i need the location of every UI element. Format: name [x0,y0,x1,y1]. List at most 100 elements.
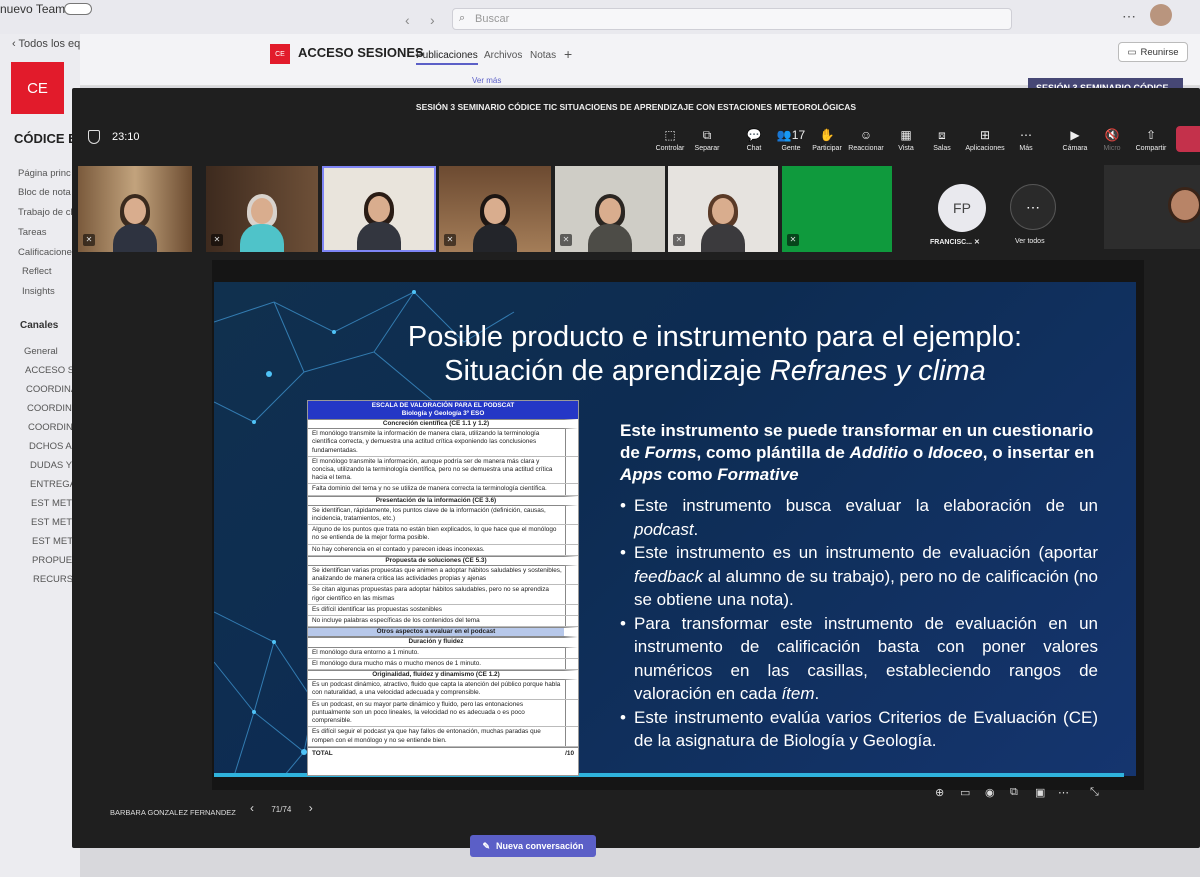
rubric-criterion-row: Se identifican, rápidamente, los puntos … [308,505,578,526]
share-button[interactable]: ⇧ Compartir [1123,128,1179,152]
slide-bullet-item: Para transformar este instrumento de eva… [620,612,1098,706]
slide-title-line1: Posible producto e instrumento para el e… [407,321,1023,353]
rubric-section-header: Concreción científica (CE 1.1 y 1.2) [308,419,578,430]
captions-icon[interactable]: ▣ [1035,786,1045,799]
rubric-section-header: Presentación de la información (CE 3.6) [308,495,578,506]
join-meeting-button[interactable]: ▭ Reunirse [1118,42,1188,62]
rubric-title: ESCALA DE VALORACIÓN PARA EL PODSCAT [371,402,515,409]
subtitles-icon[interactable]: ▭ [960,786,970,799]
participant-video [357,192,401,250]
video-camera-icon: ▭ [1127,46,1137,58]
see-all-label: Ver todos [1015,238,1045,245]
video-tile[interactable]: ✕ [78,166,192,252]
slide-bullet-item: Este instrumento es un instrumento de ev… [620,541,1098,612]
slide-intro: Este instrumento se puede transformar en… [620,420,1098,486]
rubric-total-row: TOTAL /10 [308,746,578,760]
more-button[interactable]: ⋯ Más [998,128,1054,152]
text-run: Additio [849,443,909,462]
rubric-section-header: Propuesta de soluciones (CE 5.3) [308,555,578,567]
rubric-criterion-row: El monólogo transmite la información de … [308,429,578,457]
see-all-button[interactable]: ⋯ [1010,184,1056,230]
pop-out-icon[interactable]: ⧉ [1010,786,1018,799]
channel-title: ACCESO SESIONES [298,45,424,60]
rubric-criterion-row: Es difícil identificar las propuestas so… [308,604,578,617]
mic-muted-icon: ✕ [787,234,799,246]
tab-notes[interactable]: Notas [530,50,556,61]
exit-fullscreen-icon[interactable]: ⤡ [1090,786,1099,799]
video-tile[interactable]: ✕ [206,166,318,252]
rubric-section-header: Originalidad, fluidez y dinamismo (CE 1.… [308,670,578,681]
text-run: , como plántilla de [696,443,850,462]
nav-item-grades[interactable]: Calificacione [18,247,72,258]
channel-logo: CE [270,44,290,64]
nav-item-home[interactable]: Página princ [18,168,71,179]
channel-item[interactable]: General [24,346,58,357]
app-name: nuevo Teams [0,2,72,16]
text-run: feedback [634,566,703,586]
rubric-criterion-row: Falta dominio del tema y no se utiliza d… [308,484,578,496]
nav-item-reflect[interactable]: Reflect [22,266,52,277]
back-arrow-icon[interactable]: ‹ [405,12,410,28]
mic-muted-icon: ✕ [673,234,685,246]
hang-up-button[interactable] [1176,126,1200,152]
search-placeholder: Buscar [475,13,510,25]
zoom-in-icon[interactable]: ⊕ [935,786,944,799]
new-teams-toggle[interactable] [64,3,92,15]
new-conversation-button[interactable]: ✎ Nueva conversación [470,835,596,857]
slide-body-text: Este instrumento se puede transformar en… [620,420,1098,753]
new-conversation-label: Nueva conversación [496,841,584,851]
live-icon[interactable]: ◉ [985,786,995,799]
tab-files[interactable]: Archivos [484,50,522,61]
rubric-criterion-row: Es un podcast, en su mayor parte dinámic… [308,699,578,728]
more-dots-icon: ⋯ [1026,198,1040,215]
slide-title-line2-a: Situación de aprendizaje [444,355,770,387]
participant-video [588,194,632,252]
see-more-link[interactable]: Ver más [472,76,501,85]
previous-slide-icon[interactable]: ‹ [250,801,254,815]
text-run: Este instrumento evalúa varios Criterios… [634,707,1098,751]
video-tile[interactable]: ✕ [668,166,778,252]
forward-arrow-icon[interactable]: › [430,12,435,28]
user-avatar[interactable] [1150,4,1172,26]
rubric-subtitle: Biología y Geología 3º ESO [401,410,485,417]
channels-header: Canales [20,320,59,331]
meeting-title: SESIÓN 3 SEMINARIO CÓDICE TIC SITUACIOEN… [415,102,857,112]
video-tile[interactable]: ✕ [439,166,551,252]
self-video [1168,187,1200,223]
self-video-tile[interactable] [1104,165,1200,249]
nav-item-insights[interactable]: Insights [22,286,55,297]
add-tab-button[interactable]: + [564,46,572,62]
search-icon: ⌕ [459,12,466,24]
mic-muted-icon: ✕ [444,234,456,246]
join-label: Reunirse [1140,46,1179,58]
settings-more-icon[interactable]: ⋯ [1122,8,1136,25]
rubric-section-header: Otros aspectos a evaluar en el podcast [308,627,578,638]
search-input[interactable]: ⌕ Buscar [452,8,1012,30]
participant-name: FRANCISC... ✕ [930,238,980,246]
rubric-criterion-row: Se citan algunas propuestas para adoptar… [308,585,578,605]
participant-avatar[interactable]: FP [938,184,986,232]
share-label: Compartir [1135,145,1167,152]
nav-item-classwork[interactable]: Trabajo de cl [18,207,73,218]
video-tile[interactable]: ✕ [555,166,665,252]
next-slide-icon[interactable]: › [309,801,313,815]
slide-bullet-list: Este instrumento busca evaluar la elabor… [620,494,1098,753]
text-run: Idoceo [927,443,983,462]
text-run: . [693,519,699,539]
rubric-header: ESCALA DE VALORACIÓN PARA EL PODSCAT Bio… [308,401,578,419]
rubric-criterion-row: Es un podcast dinámico, atractivo, fluid… [308,680,578,700]
presenter-name: BARBARA GONZALEZ FERNANDEZ [110,808,236,817]
rubric-total-value: /10 [565,749,574,757]
text-run: Este instrumento busca evaluar la elabor… [634,496,1098,515]
tab-posts[interactable]: Publicaciones [416,50,478,65]
text-run: o [908,443,928,462]
video-tile[interactable]: ✕ [782,166,892,252]
nav-item-assignments[interactable]: Tareas [18,227,47,238]
more-options-icon[interactable]: ⋯ [1058,786,1069,799]
text-run: Formative [717,465,799,484]
nav-item-notebook[interactable]: Bloc de nota [18,187,71,198]
participant-video [240,194,284,252]
text-run: ítem [781,684,815,703]
rubric-body: Concreción científica (CE 1.1 y 1.2) El m… [308,419,578,747]
video-tile-speaking[interactable] [322,166,436,252]
